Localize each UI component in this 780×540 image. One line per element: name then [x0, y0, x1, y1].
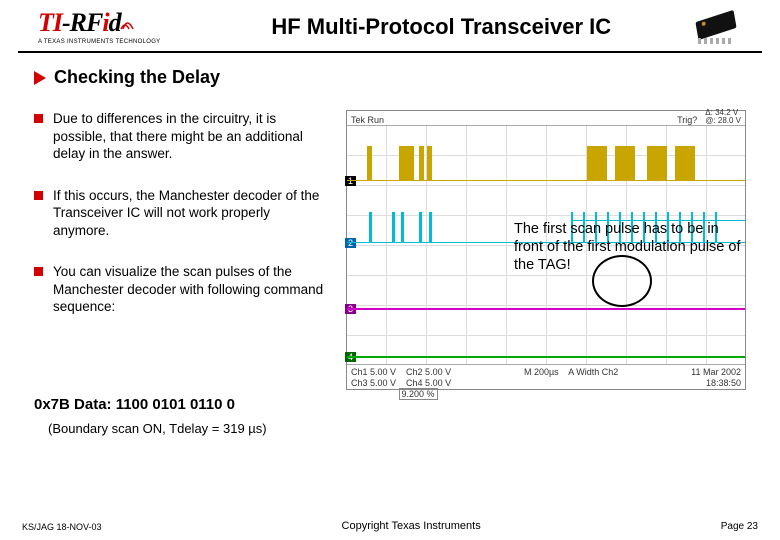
scope-date: 11 Mar 2002	[691, 367, 741, 377]
list-item: Due to differences in the circuitry, it …	[34, 110, 328, 163]
scope-time: 18:38:50	[706, 378, 741, 388]
scope-readout-row: Ch1 5.00 V Ch2 5.00 V Ch3 5.00 V Ch4 5.0…	[347, 365, 745, 401]
section-heading-text: Checking the Delay	[54, 67, 220, 88]
chip-icon	[692, 12, 742, 42]
command-note: (Boundary scan ON, Tdelay = 319 µs)	[48, 421, 746, 436]
slide-content: Checking the Delay Due to differences in…	[0, 53, 780, 436]
rfid-waves-icon	[119, 17, 137, 31]
bullet-text: Due to differences in the circuitry, it …	[53, 110, 328, 163]
square-bullet-icon	[34, 191, 43, 200]
scope-ch4-scale: Ch4 5.00 V	[406, 378, 451, 388]
list-item: You can visualize the scan pulses of the…	[34, 263, 328, 316]
section-heading: Checking the Delay	[34, 67, 746, 88]
scope-ch2-marker: 2	[345, 238, 356, 248]
scope-trig-label: Trig?	[677, 115, 697, 125]
triangle-bullet-icon	[34, 71, 46, 85]
logo-subtitle: A TEXAS INSTRUMENTS TECHNOLOGY	[38, 39, 160, 45]
list-item: If this occurs, the Manchester decoder o…	[34, 187, 328, 240]
square-bullet-icon	[34, 267, 43, 276]
scope-column: Tek Run Trig? Δ: 34.2 V @: 28.0 V 1	[328, 110, 746, 390]
slide-header: TI -RFid A TEXAS INSTRUMENTS TECHNOLOGY …	[18, 0, 762, 53]
logo-ti-text: TI	[38, 8, 62, 38]
scope-timebase: M 200µs	[524, 367, 559, 377]
slide-footer: KS/JAG 18-NOV-03 Copyright Texas Instrum…	[0, 520, 780, 532]
scope-run-label: Tek Run	[351, 115, 384, 125]
bullet-text: If this occurs, the Manchester decoder o…	[53, 187, 328, 240]
scope-cursor-at: @: 28.0 V	[705, 117, 741, 125]
scope-ch2-scale: Ch2 5.00 V	[406, 367, 451, 377]
bullet-text: You can visualize the scan pulses of the…	[53, 263, 328, 316]
annotation-circle-icon	[592, 255, 652, 307]
slide-title: HF Multi-Protocol Transceiver IC	[190, 14, 692, 40]
footer-copyright: Copyright Texas Instruments	[342, 520, 481, 532]
footer-left: KS/JAG 18-NOV-03	[22, 522, 102, 532]
scope-position: 9.200 %	[399, 388, 438, 400]
square-bullet-icon	[34, 114, 43, 123]
logo-rfid-text: -RFid	[62, 8, 121, 38]
scope-trigger: A Width Ch2	[568, 367, 618, 377]
ti-rfid-logo: TI -RFid A TEXAS INSTRUMENTS TECHNOLOGY	[38, 8, 160, 45]
bullet-column: Due to differences in the circuitry, it …	[34, 110, 328, 390]
scope-ch1-marker: 1	[345, 176, 356, 186]
scope-ch1-scale: Ch1 5.00 V	[351, 367, 396, 377]
scope-ch3-scale: Ch3 5.00 V	[351, 378, 396, 388]
footer-page-number: Page 23	[721, 521, 758, 532]
